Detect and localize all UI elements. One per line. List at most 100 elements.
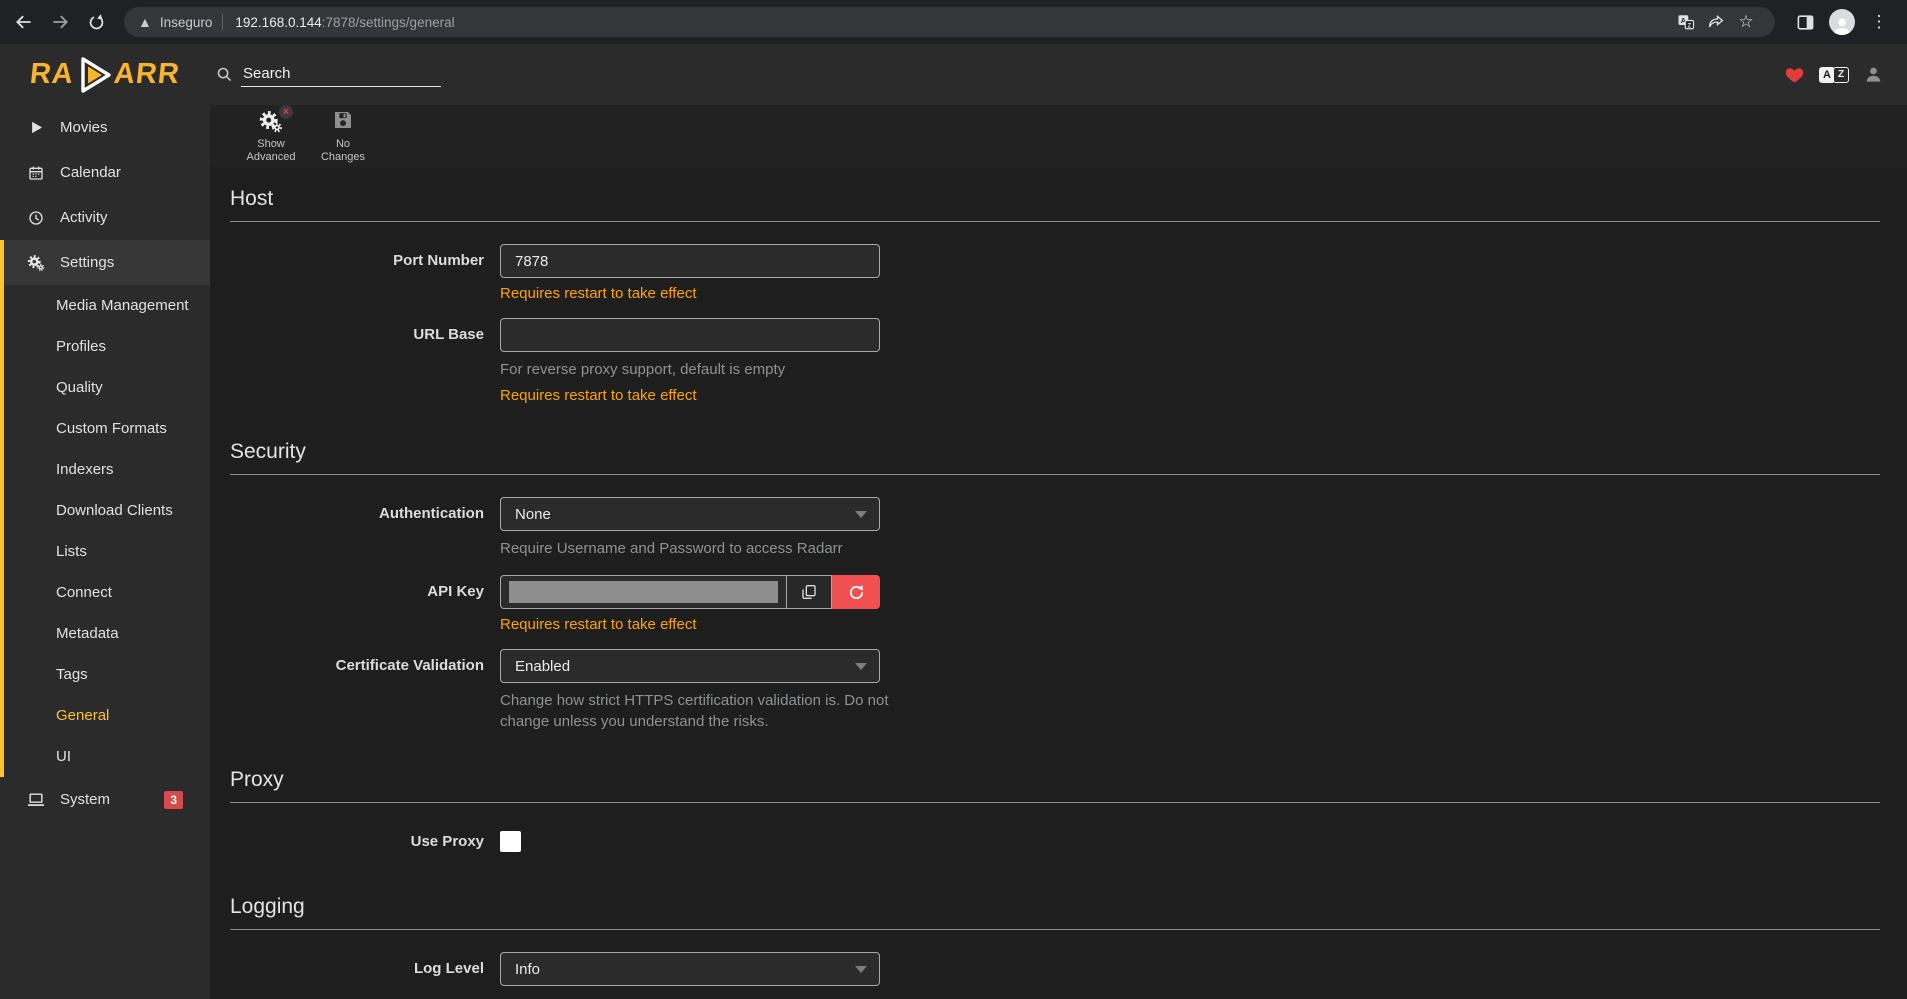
use-proxy-checkbox[interactable] [500, 831, 521, 852]
section-title-host: Host [230, 187, 1880, 222]
browser-forward-button[interactable] [42, 4, 78, 40]
calendar-icon [27, 165, 45, 181]
sidebar-item-download-clients[interactable]: Download Clients [0, 490, 210, 531]
copy-api-key-button[interactable] [787, 575, 832, 609]
regenerate-api-key-button[interactable] [832, 575, 880, 609]
translate-button[interactable]: A Z [1671, 8, 1701, 36]
api-key-input[interactable] [500, 575, 787, 609]
no-changes-label-1: No [336, 138, 350, 151]
app-header: RA ARR A Z [0, 44, 1907, 105]
log-level-label: Log Level [230, 952, 500, 986]
submenu-label: Profiles [56, 338, 106, 355]
laptop-icon [27, 792, 45, 808]
caret-down-icon [855, 663, 867, 670]
sidebar-item-profiles[interactable]: Profiles [0, 326, 210, 367]
authentication-label: Authentication [230, 497, 500, 531]
advanced-gears-icon: × [259, 109, 283, 134]
sidebar-label: Activity [60, 209, 108, 226]
bookmark-button[interactable]: ☆ [1731, 8, 1761, 36]
certificate-validation-value: Enabled [515, 658, 570, 675]
sidebar-item-general[interactable]: General [0, 695, 210, 736]
url-path: :7878/settings/general [322, 15, 455, 30]
play-icon [27, 120, 45, 135]
refresh-icon [848, 584, 865, 601]
section-proxy: Proxy Use Proxy [230, 768, 1880, 859]
share-icon [1707, 13, 1725, 31]
api-key-label: API Key [230, 575, 500, 609]
url-base-help: For reverse proxy support, default is em… [500, 359, 880, 380]
sidebar-item-metadata[interactable]: Metadata [0, 613, 210, 654]
toolbar: × Show Advanced No Changes [210, 105, 1907, 167]
sidebar-item-connect[interactable]: Connect [0, 572, 210, 613]
sidebar-item-indexers[interactable]: Indexers [0, 449, 210, 490]
submenu-label: Custom Formats [56, 420, 167, 437]
port-number-input[interactable] [500, 244, 880, 278]
section-title-proxy: Proxy [230, 768, 1880, 803]
user-icon[interactable] [1864, 65, 1883, 84]
search-input[interactable] [241, 63, 441, 87]
side-panel-icon [1796, 13, 1815, 32]
url-base-restart-warning: Requires restart to take effect [500, 387, 880, 404]
translate-z-icon: Z [1833, 67, 1849, 83]
row-certificate-validation: Certificate Validation Enabled Change ho… [230, 649, 1880, 732]
certificate-validation-label: Certificate Validation [230, 649, 500, 683]
system-badge: 3 [164, 791, 183, 809]
header-actions: A Z [1785, 65, 1907, 84]
advanced-x-badge: × [279, 105, 293, 119]
copy-icon [801, 584, 817, 600]
api-key-restart-warning: Requires restart to take effect [500, 616, 880, 633]
main-content: × Show Advanced No Changes [210, 105, 1907, 999]
url-base-input[interactable] [500, 318, 880, 352]
browser-controls: ⋮ [1787, 4, 1897, 40]
show-advanced-button[interactable]: × Show Advanced [238, 107, 304, 165]
heart-icon[interactable] [1785, 66, 1804, 84]
clock-icon [27, 210, 45, 226]
gears-icon [27, 254, 45, 272]
sidebar-settings-group: Settings Media Management Profiles Quali… [0, 240, 210, 777]
address-bar[interactable]: ▲ Inseguro 192.168.0.144:7878/settings/g… [124, 7, 1775, 37]
browser-profile-avatar[interactable] [1829, 9, 1855, 35]
show-advanced-label-2: Advanced [247, 151, 296, 164]
logo-text-right: ARR [112, 58, 181, 91]
sidebar-item-custom-formats[interactable]: Custom Formats [0, 408, 210, 449]
reload-icon [87, 13, 106, 32]
play-logo-icon [75, 55, 113, 95]
radarr-logo[interactable]: RA ARR [0, 55, 210, 95]
sidebar-item-media-management[interactable]: Media Management [0, 285, 210, 326]
translate-icon: A Z [1677, 13, 1695, 31]
url-host: 192.168.0.144 [235, 15, 321, 30]
search-icon [216, 66, 233, 83]
save-icon [332, 109, 354, 134]
menu-dots-icon: ⋮ [1867, 12, 1891, 32]
sidebar-item-lists[interactable]: Lists [0, 531, 210, 572]
warning-icon: ▲ [138, 14, 152, 30]
security-status-label[interactable]: Inseguro [160, 15, 213, 30]
sidebar-item-settings[interactable]: Settings [0, 240, 210, 285]
caret-down-icon [855, 511, 867, 518]
sidebar-item-system[interactable]: System 3 [0, 777, 210, 822]
sidebar-label: Settings [60, 254, 114, 271]
section-title-security: Security [230, 440, 1880, 475]
submenu-label: General [56, 707, 109, 724]
browser-back-button[interactable] [6, 4, 42, 40]
side-panel-button[interactable] [1787, 4, 1823, 40]
sidebar-item-quality[interactable]: Quality [0, 367, 210, 408]
sidebar-item-ui[interactable]: UI [0, 736, 210, 777]
browser-menu-button[interactable]: ⋮ [1861, 4, 1897, 40]
row-port-number: Port Number Requires restart to take eff… [230, 244, 1880, 302]
authentication-select[interactable]: None [500, 497, 880, 531]
submenu-label: Download Clients [56, 502, 173, 519]
share-button[interactable] [1701, 8, 1731, 36]
profile-icon [1831, 15, 1853, 35]
sidebar-item-activity[interactable]: Activity [0, 195, 210, 240]
api-key-group [500, 575, 880, 609]
browser-reload-button[interactable] [78, 4, 114, 40]
sidebar-item-tags[interactable]: Tags [0, 654, 210, 695]
certificate-validation-select[interactable]: Enabled [500, 649, 880, 683]
log-level-select[interactable]: Info [500, 952, 880, 986]
translate-widget[interactable]: A Z [1819, 67, 1849, 83]
sidebar-item-movies[interactable]: Movies [0, 105, 210, 150]
sidebar-item-calendar[interactable]: Calendar [0, 150, 210, 195]
forward-icon [50, 12, 70, 32]
save-changes-button[interactable]: No Changes [310, 107, 376, 165]
